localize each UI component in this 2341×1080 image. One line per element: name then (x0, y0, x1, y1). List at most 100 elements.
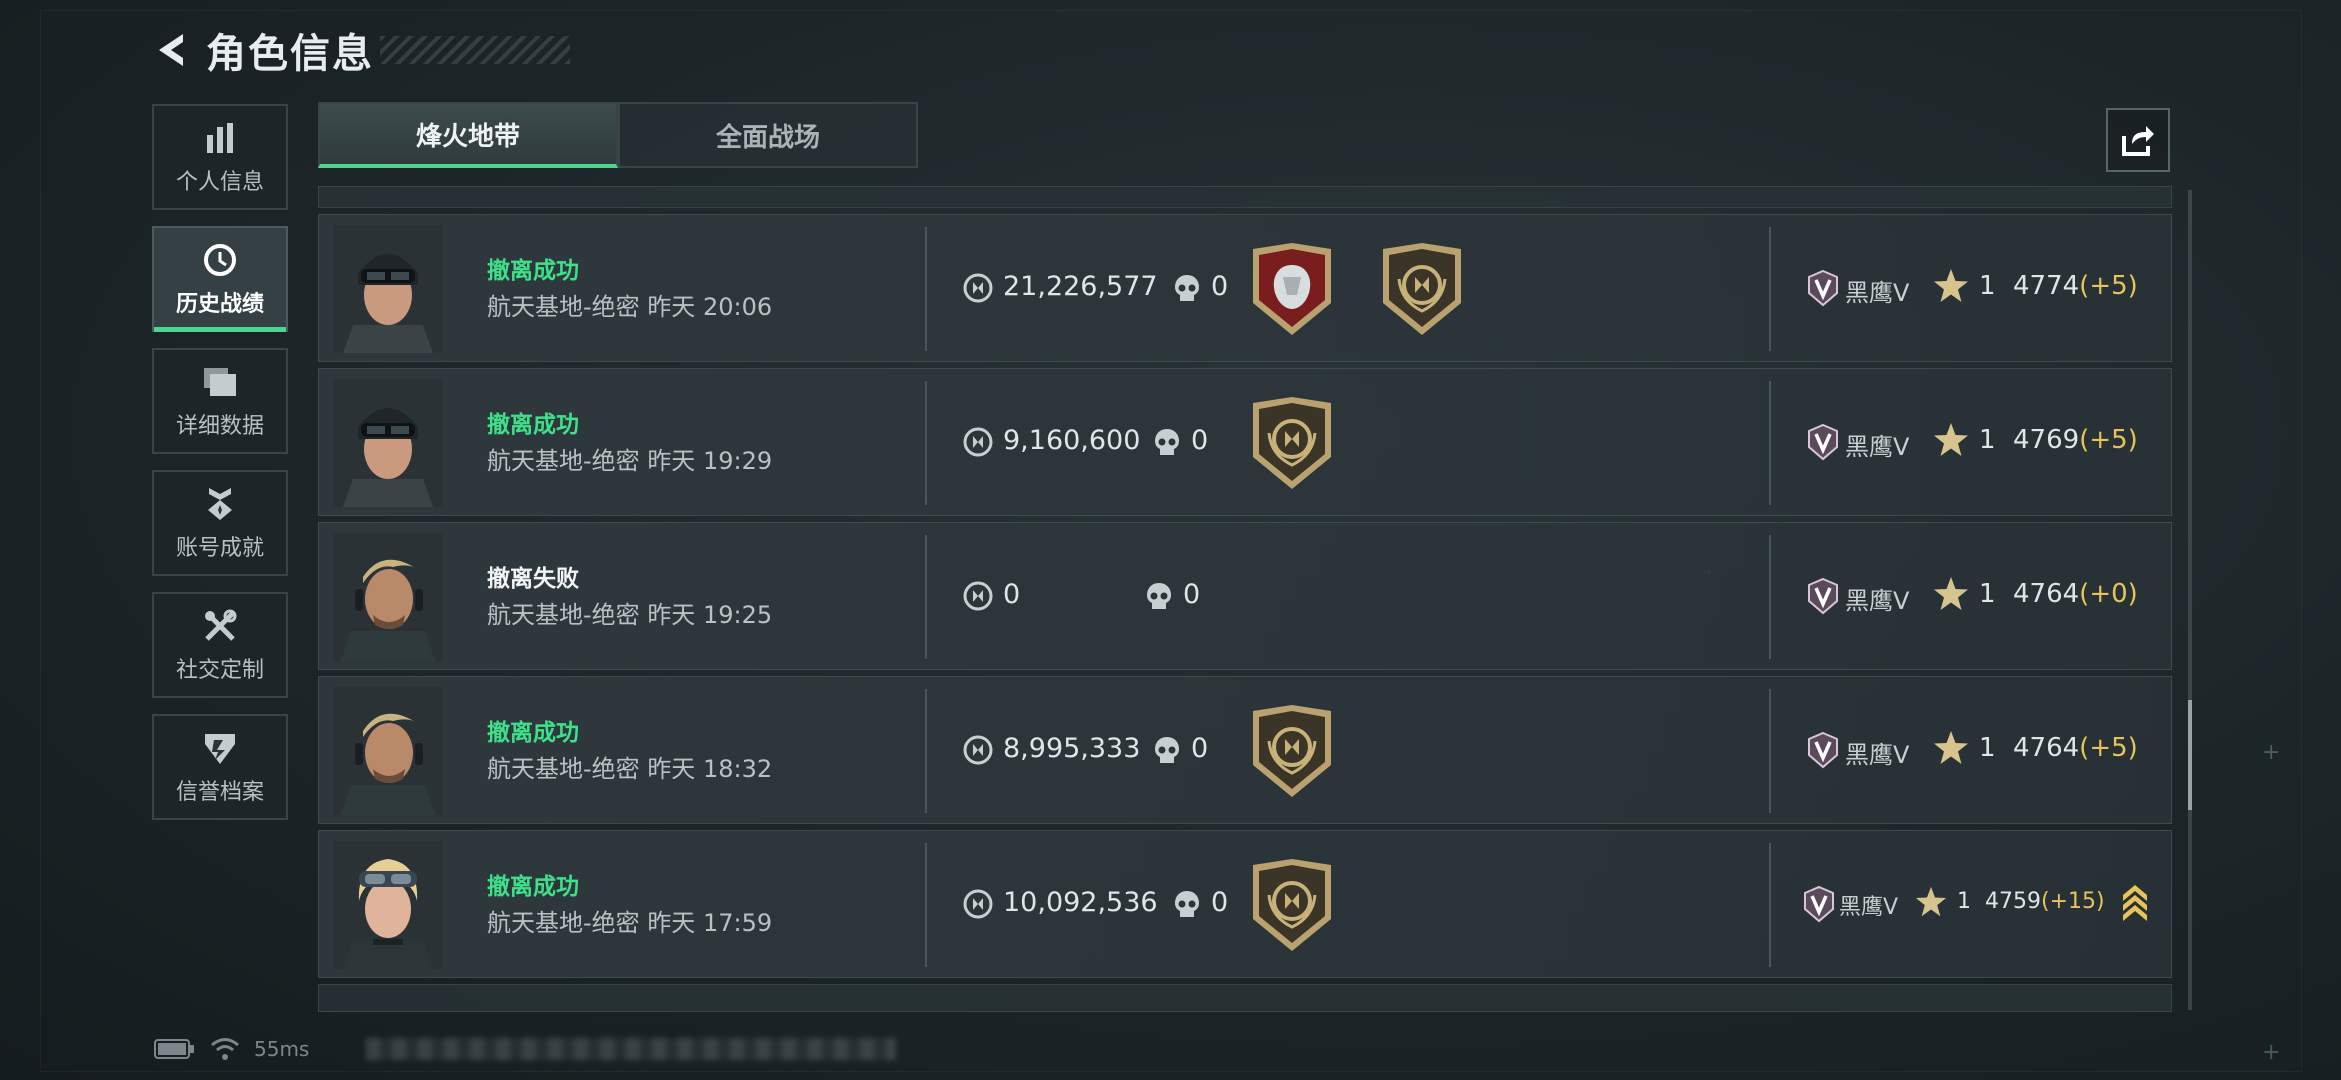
back-arrow-icon[interactable] (150, 27, 196, 73)
bar-chart-icon (200, 118, 240, 158)
sidebar-item-achievements[interactable]: 账号成就 (152, 470, 288, 576)
coin-icon (963, 273, 993, 303)
table-row[interactable]: 撤离成功 航天基地-绝密 昨天 20:06 21,226,577 0 黑鹰V 1… (318, 214, 2172, 362)
rank-v-icon (1808, 269, 1838, 307)
tab-hazard-zone[interactable]: 烽火地带 (318, 102, 618, 168)
blurred-user-id (366, 1038, 896, 1060)
rank-score: 4759(+15) (1985, 889, 2105, 914)
gold-emblem-medal-icon[interactable] (1249, 859, 1335, 953)
coin-icon (963, 735, 993, 765)
match-info: 航天基地-绝密 昨天 20:06 (487, 287, 772, 322)
skull-icon (1175, 275, 1199, 301)
skull-icon (1155, 429, 1179, 455)
divider (1769, 843, 1771, 967)
table-row[interactable]: 撤离失败 航天基地-绝密 昨天 19:25 0 0 黑鹰V 1 4764(+0) (318, 522, 2172, 670)
star-level: 1 (1957, 889, 1971, 914)
star-level: 1 (1979, 425, 1996, 455)
scrollbar-thumb[interactable] (2188, 700, 2192, 810)
sidebar-item-label: 信誉档案 (175, 780, 264, 805)
rank-v-icon (1804, 885, 1834, 923)
divider (1769, 381, 1771, 505)
skull-icon (1175, 891, 1199, 917)
rank-score: 4774(+5) (2013, 271, 2138, 301)
score-value: 4774 (2013, 271, 2080, 301)
header: 角色信息 (150, 20, 570, 80)
operator-avatar (333, 687, 443, 815)
wifi-icon (211, 1038, 239, 1060)
map-name: 航天基地-绝密 (487, 755, 640, 783)
coin-icon (963, 889, 993, 919)
star-icon (1934, 731, 1968, 764)
star-icon (1934, 577, 1968, 610)
score-value: 4769 (2013, 425, 2080, 455)
star-level: 1 (1979, 271, 1996, 301)
score-value: 4764 (2013, 733, 2080, 763)
title-stripes-decoration (380, 36, 570, 64)
match-info: 航天基地-绝密 昨天 18:32 (487, 749, 772, 784)
sidebar-item-label: 社交定制 (175, 658, 264, 683)
kill-count: 0 (1211, 887, 1229, 918)
scrollbar[interactable] (2188, 190, 2192, 1010)
sidebar-item-label: 账号成就 (175, 536, 264, 561)
skull-icon (1147, 583, 1171, 609)
divider (925, 381, 927, 505)
divider (1769, 535, 1771, 659)
share-button[interactable] (2106, 108, 2170, 172)
rank-name: 黑鹰V (1845, 433, 1910, 461)
star-icon (1915, 886, 1947, 917)
promotion-chevron-icon (2123, 885, 2147, 921)
list-item-partial (318, 984, 2172, 1012)
extraction-status: 撤离成功 (487, 874, 579, 900)
diamond-medal-icon[interactable] (1249, 243, 1335, 337)
score-value: 4764 (2013, 579, 2080, 609)
divider (925, 227, 927, 351)
divider (1769, 689, 1771, 813)
table-row[interactable]: 撤离成功 航天基地-绝密 昨天 17:59 10,092,536 0 黑鹰V 1… (318, 830, 2172, 978)
table-row[interactable]: 撤离成功 航天基地-绝密 昨天 18:32 8,995,333 0 黑鹰V 1 … (318, 676, 2172, 824)
list-item-partial (318, 186, 2172, 208)
rank-name: 黑鹰V (1845, 279, 1910, 307)
sidebar-item-match-history[interactable]: 历史战绩 (152, 226, 288, 332)
gold-emblem-medal-icon[interactable] (1249, 397, 1335, 491)
match-time: 昨天 19:25 (647, 601, 773, 629)
share-icon (2122, 126, 2154, 156)
coin-icon (963, 581, 993, 611)
crosshair-decoration: + (2262, 1040, 2281, 1065)
ping-value: 55ms (254, 1037, 310, 1061)
map-name: 航天基地-绝密 (487, 293, 640, 321)
score-delta: (+15) (2041, 889, 2105, 914)
match-info: 航天基地-绝密 昨天 19:25 (487, 595, 772, 630)
sidebar-item-reputation[interactable]: 信誉档案 (152, 714, 288, 820)
battery-icon (154, 1039, 194, 1059)
star-icon (1934, 269, 1968, 302)
tools-icon (200, 606, 240, 646)
loot-value: 9,160,600 (1003, 425, 1141, 456)
sidebar-item-detailed-data[interactable]: 详细数据 (152, 348, 288, 454)
star-icon (1934, 423, 1968, 456)
rank-v-icon (1808, 577, 1838, 615)
rank-score: 4764(+5) (2013, 733, 2138, 763)
operator-avatar (333, 225, 443, 353)
kill-count: 0 (1191, 425, 1209, 456)
kill-count: 0 (1211, 271, 1229, 302)
table-row[interactable]: 撤离成功 航天基地-绝密 昨天 19:29 9,160,600 0 黑鹰V 1 … (318, 368, 2172, 516)
extraction-status: 撤离成功 (487, 720, 579, 746)
divider (925, 843, 927, 967)
divider (925, 535, 927, 659)
extraction-status: 撤离成功 (487, 258, 579, 284)
gold-emblem-medal-icon[interactable] (1249, 705, 1335, 799)
tab-warfare[interactable]: 全面战场 (618, 102, 918, 168)
kill-count: 0 (1191, 733, 1209, 764)
gold-emblem-medal-icon[interactable] (1379, 243, 1465, 337)
sidebar-item-personal-info[interactable]: 个人信息 (152, 104, 288, 210)
sidebar-item-social-custom[interactable]: 社交定制 (152, 592, 288, 698)
match-info: 航天基地-绝密 昨天 17:59 (487, 903, 772, 938)
divider (925, 689, 927, 813)
operator-avatar (333, 379, 443, 507)
coin-icon (963, 427, 993, 457)
loot-value: 10,092,536 (1003, 887, 1158, 918)
star-level: 1 (1979, 579, 1996, 609)
star-level: 1 (1979, 733, 1996, 763)
score-value: 4759 (1985, 889, 2041, 914)
match-history-list[interactable]: 撤离成功 航天基地-绝密 昨天 20:06 21,226,577 0 黑鹰V 1… (318, 186, 2172, 1012)
